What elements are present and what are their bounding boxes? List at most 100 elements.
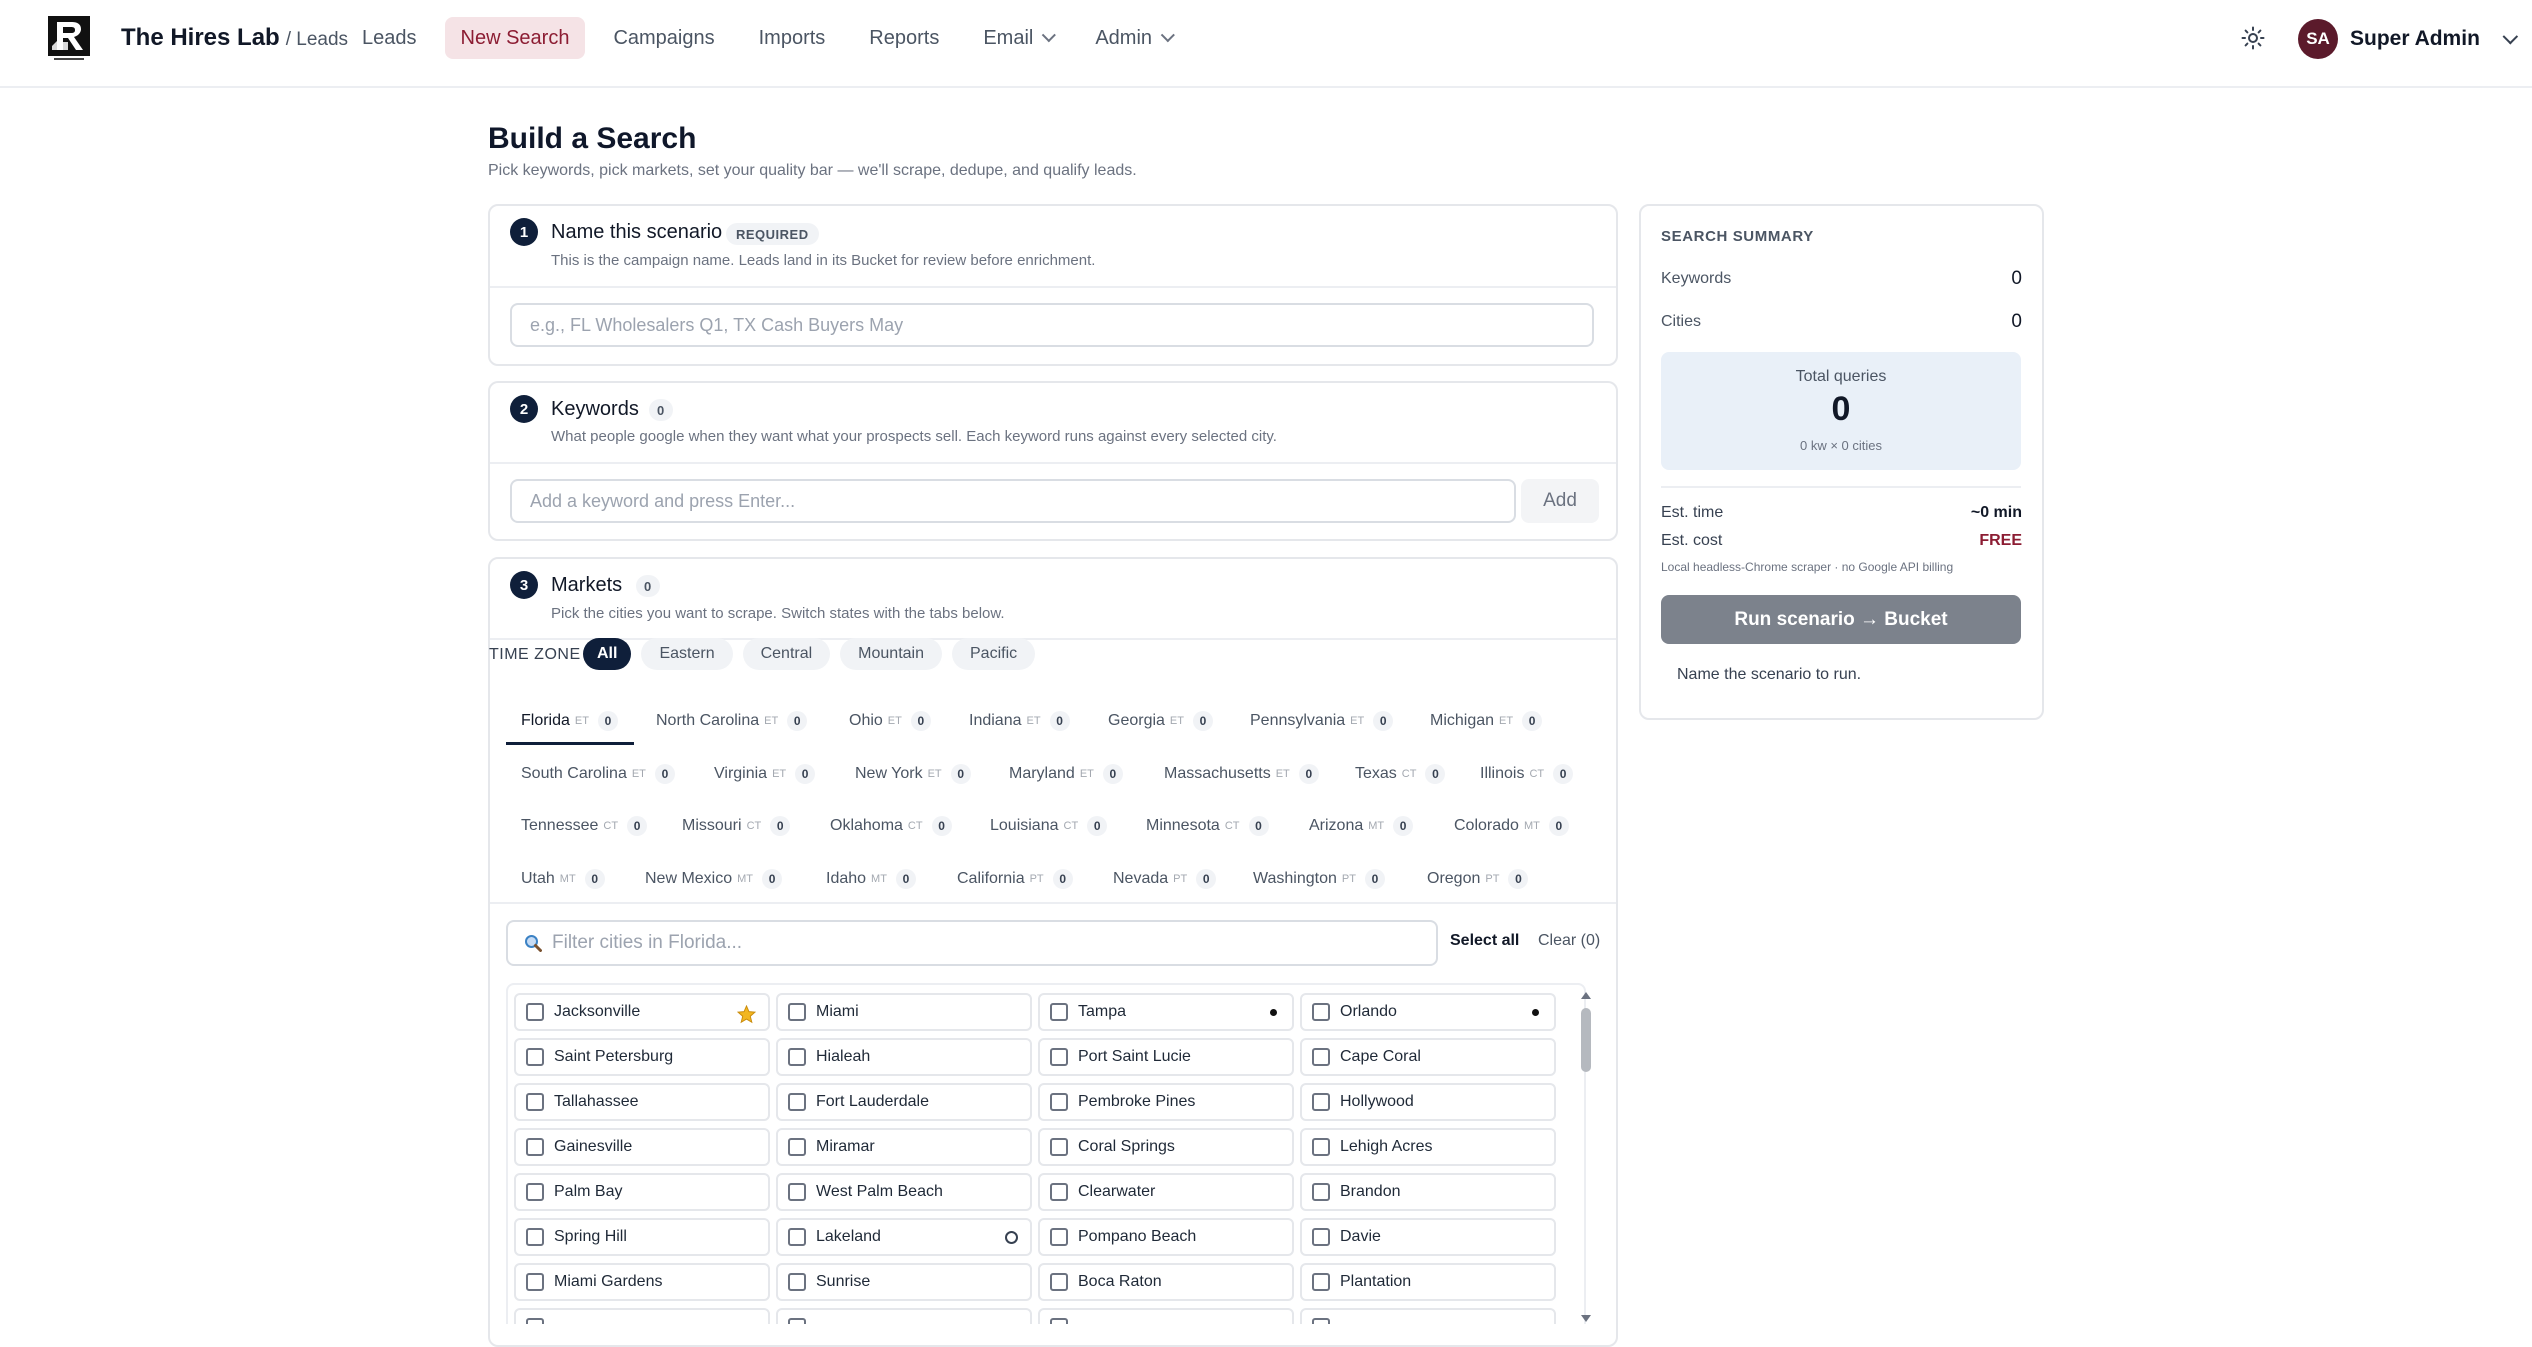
nav-leads[interactable]: Leads — [346, 17, 433, 59]
state-tab[interactable]: Louisiana CT 0 — [990, 811, 1108, 841]
city-checkbox[interactable] — [788, 1093, 806, 1111]
city-checkbox[interactable] — [1050, 1273, 1068, 1291]
state-tab[interactable]: Utah MT 0 — [521, 864, 605, 894]
state-tab[interactable]: South Carolina ET 0 — [521, 759, 675, 789]
city-checkbox[interactable] — [1050, 1048, 1068, 1066]
city-checkbox[interactable] — [1312, 1048, 1330, 1066]
city-option[interactable]: Fort Lauderdale — [776, 1083, 1032, 1121]
city-filter-input[interactable]: Filter cities in Florida... — [506, 920, 1438, 966]
nav-reports[interactable]: Reports — [853, 17, 955, 59]
city-checkbox[interactable] — [1312, 1273, 1330, 1291]
state-tab[interactable]: New York ET 0 — [855, 759, 971, 789]
state-tab[interactable]: Indiana ET 0 — [969, 706, 1070, 736]
city-option[interactable]: Miramar — [776, 1128, 1032, 1166]
city-checkbox[interactable] — [526, 1093, 544, 1111]
city-checkbox[interactable] — [526, 1228, 544, 1246]
nav-email-dropdown[interactable]: Email — [967, 17, 1067, 59]
city-checkbox[interactable] — [1050, 1318, 1068, 1324]
city-checkbox[interactable] — [1312, 1003, 1330, 1021]
state-tab[interactable]: Georgia ET 0 — [1108, 706, 1213, 736]
state-tab[interactable]: Oklahoma CT 0 — [830, 811, 952, 841]
city-option[interactable]: Pembroke Pines — [1038, 1083, 1294, 1121]
scenario-name-input[interactable]: e.g., FL Wholesalers Q1, TX Cash Buyers … — [510, 303, 1594, 347]
city-option[interactable]: Port Saint Lucie — [1038, 1038, 1294, 1076]
city-option[interactable]: Tampa — [1038, 993, 1294, 1031]
state-tab[interactable]: Idaho MT 0 — [826, 864, 916, 894]
city-option[interactable]: Cape Coral — [1300, 1038, 1556, 1076]
state-tab[interactable]: Michigan ET 0 — [1430, 706, 1543, 736]
state-tab[interactable]: Ohio ET 0 — [849, 706, 931, 736]
city-checkbox[interactable] — [1050, 1228, 1068, 1246]
city-checkbox[interactable] — [1312, 1228, 1330, 1246]
tz-chip-all[interactable]: All — [583, 638, 632, 670]
city-checkbox[interactable] — [526, 1048, 544, 1066]
state-tab[interactable]: Texas CT 0 — [1355, 759, 1446, 789]
city-checkbox[interactable] — [788, 1318, 806, 1324]
state-tab[interactable]: North Carolina ET 0 — [656, 706, 808, 736]
state-tab[interactable]: Maryland ET 0 — [1009, 759, 1123, 789]
city-checkbox[interactable] — [526, 1273, 544, 1291]
city-option[interactable]: Palm Bay — [514, 1173, 770, 1211]
city-option[interactable]: Coral Springs — [1038, 1128, 1294, 1166]
city-option[interactable]: Clearwater — [1038, 1173, 1294, 1211]
city-option[interactable]: Lakeland — [776, 1218, 1032, 1256]
state-tab[interactable]: Arizona MT 0 — [1309, 811, 1414, 841]
city-checkbox[interactable] — [1312, 1093, 1330, 1111]
city-option[interactable]: Jacksonville — [514, 993, 770, 1031]
city-checkbox[interactable] — [788, 1003, 806, 1021]
city-option[interactable]: Miami Gardens — [514, 1263, 770, 1301]
state-tab[interactable]: California PT 0 — [957, 864, 1073, 894]
city-checkbox[interactable] — [788, 1138, 806, 1156]
state-tab[interactable]: Illinois CT 0 — [1480, 759, 1574, 789]
city-checkbox[interactable] — [1050, 1138, 1068, 1156]
city-option[interactable] — [1038, 1308, 1294, 1324]
tz-chip-pacific[interactable]: Pacific — [952, 638, 1036, 670]
city-option[interactable] — [1300, 1308, 1556, 1324]
user-menu[interactable]: SA Super Admin — [2298, 19, 2519, 59]
city-option[interactable]: Hialeah — [776, 1038, 1032, 1076]
nav-campaigns[interactable]: Campaigns — [597, 17, 730, 59]
city-checkbox[interactable] — [788, 1228, 806, 1246]
state-tab[interactable]: Oregon PT 0 — [1427, 864, 1529, 894]
keyword-input[interactable]: Add a keyword and press Enter... — [510, 479, 1516, 523]
state-tab[interactable]: Nevada PT 0 — [1113, 864, 1217, 894]
state-tab[interactable]: Colorado MT 0 — [1454, 811, 1569, 841]
city-option[interactable]: Hollywood — [1300, 1083, 1556, 1121]
select-all-button[interactable]: Select all — [1450, 932, 1519, 950]
city-option[interactable]: Lehigh Acres — [1300, 1128, 1556, 1166]
city-checkbox[interactable] — [526, 1138, 544, 1156]
tz-chip-mountain[interactable]: Mountain — [840, 638, 942, 670]
nav-new-search[interactable]: New Search — [444, 17, 586, 59]
state-tab[interactable]: New Mexico MT 0 — [645, 864, 783, 894]
sun-icon[interactable] — [2241, 26, 2265, 50]
city-option[interactable]: West Palm Beach — [776, 1173, 1032, 1211]
city-checkbox[interactable] — [788, 1273, 806, 1291]
run-scenario-button[interactable]: Run scenario → Bucket — [1661, 595, 2021, 644]
state-tab[interactable]: Virginia ET 0 — [714, 759, 816, 789]
city-checkbox[interactable] — [1050, 1093, 1068, 1111]
city-option[interactable] — [514, 1308, 770, 1324]
state-tab[interactable]: Pennsylvania ET 0 — [1250, 706, 1394, 736]
city-option[interactable]: Gainesville — [514, 1128, 770, 1166]
city-option[interactable]: Davie — [1300, 1218, 1556, 1256]
city-option[interactable]: Plantation — [1300, 1263, 1556, 1301]
city-option[interactable]: Sunrise — [776, 1263, 1032, 1301]
city-option[interactable]: Miami — [776, 993, 1032, 1031]
city-option[interactable]: Brandon — [1300, 1173, 1556, 1211]
nav-imports[interactable]: Imports — [743, 17, 842, 59]
city-option[interactable]: Boca Raton — [1038, 1263, 1294, 1301]
scrollbar-thumb[interactable] — [1581, 1008, 1591, 1072]
city-option[interactable]: Pompano Beach — [1038, 1218, 1294, 1256]
state-tab[interactable]: Massachusetts ET 0 — [1164, 759, 1319, 789]
state-tab[interactable]: Missouri CT 0 — [682, 811, 791, 841]
city-checkbox[interactable] — [1050, 1003, 1068, 1021]
state-tab[interactable]: Minnesota CT 0 — [1146, 811, 1269, 841]
city-checkbox[interactable] — [1312, 1138, 1330, 1156]
city-checkbox[interactable] — [1050, 1183, 1068, 1201]
city-option[interactable] — [776, 1308, 1032, 1324]
city-option[interactable]: Tallahassee — [514, 1083, 770, 1121]
brand-logo-icon[interactable] — [48, 16, 90, 62]
city-option[interactable]: Orlando — [1300, 993, 1556, 1031]
clear-button[interactable]: Clear (0) — [1538, 932, 1600, 950]
city-checkbox[interactable] — [1312, 1183, 1330, 1201]
